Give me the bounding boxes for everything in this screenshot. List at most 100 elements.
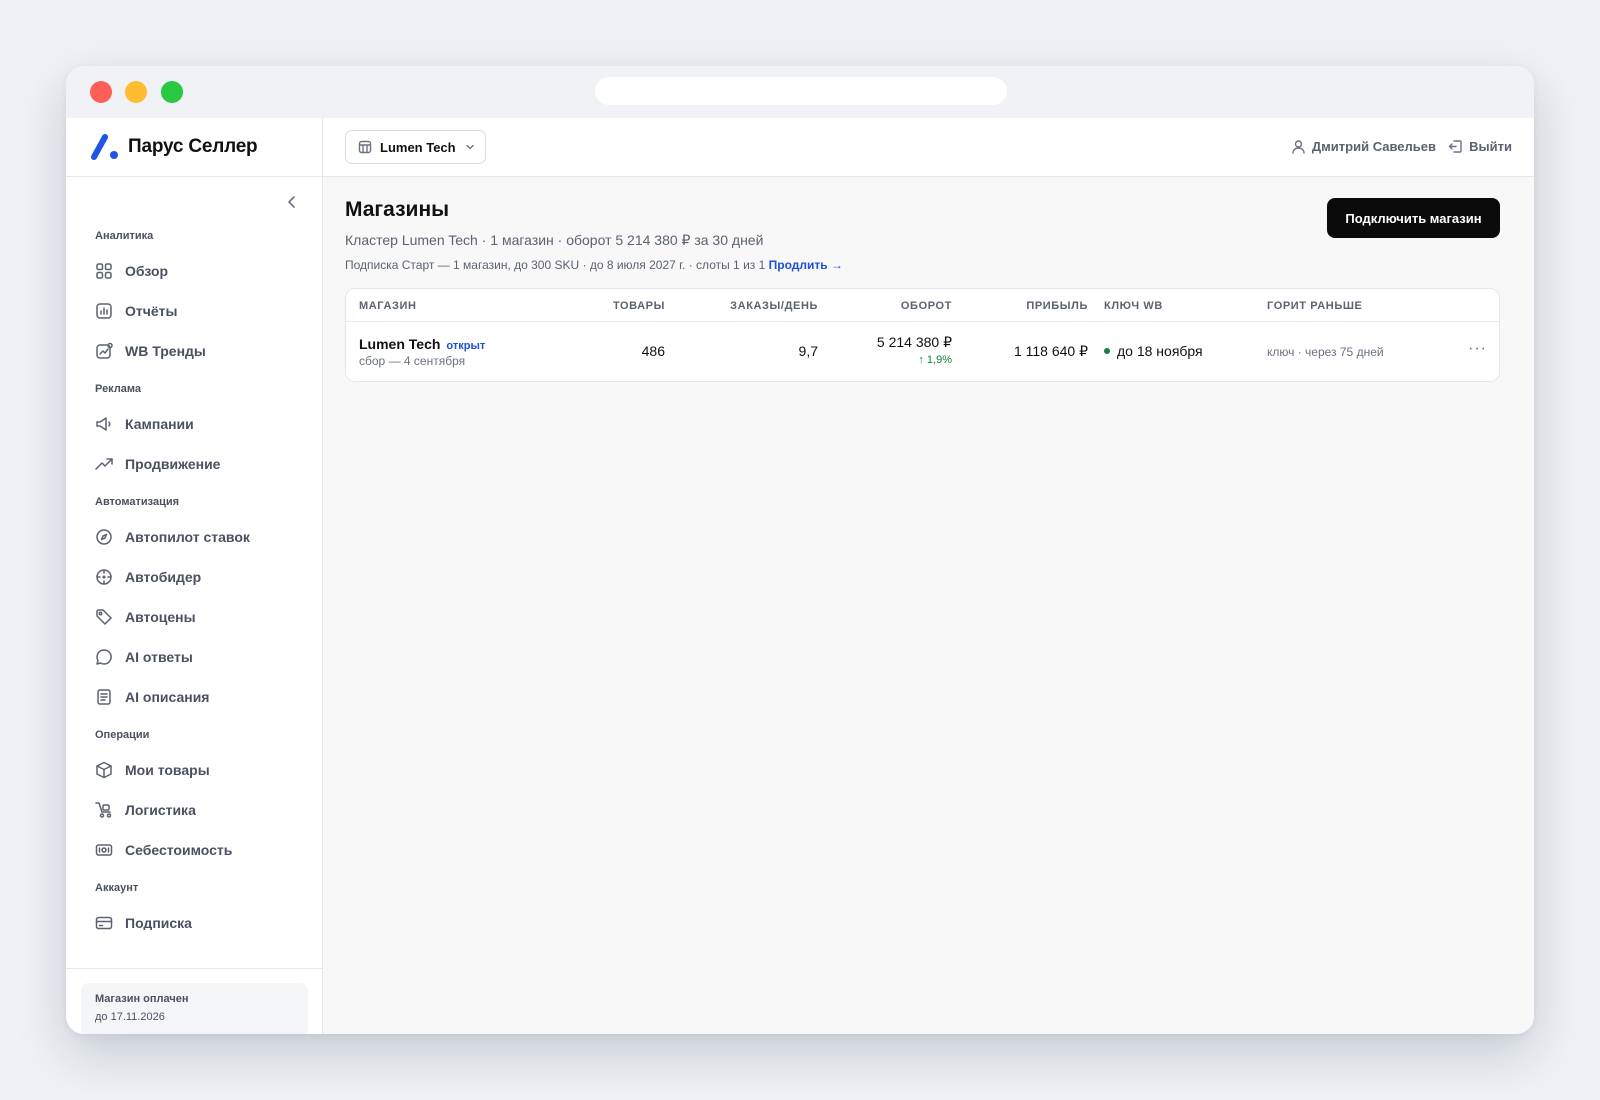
brand-name: Парус Селлер [128,136,258,157]
logout-button[interactable]: Выйти [1448,139,1512,154]
status-dot [1104,348,1110,354]
connect-store-button[interactable]: Подключить магазин [1327,198,1500,238]
logout-label: Выйти [1469,139,1512,154]
sidebar-item-overview[interactable]: Обзор [66,251,322,291]
page-title: Магазины [345,198,450,221]
status-badge: открыт [446,340,486,352]
sidebar-item-wb-trends[interactable]: WB Тренды [66,331,322,371]
user-icon [1292,140,1305,154]
sidebar-item-subscription[interactable]: Подписка [66,903,322,930]
cart-icon [95,802,112,818]
tag-icon [96,609,112,625]
store-name[interactable]: Lumen Tech открыт [359,336,485,352]
minimize-window-button[interactable] [125,81,147,103]
sidebar-item-label: AI описания [125,689,210,705]
banknote-icon [95,844,113,856]
trends-icon [96,342,113,359]
nav-group-title: Реклама [95,383,142,395]
sidebar-item-logistics[interactable]: Логистика [66,790,322,830]
nav-group-analytics: Аналитика Обзор Отчёты WB Тренды [66,230,322,371]
logo-icon [91,134,118,160]
sidebar-item-label: Обзор [125,263,169,279]
payment-status-card: Магазин оплачен до 17.11.2026 [81,983,308,1034]
crosshair-icon [96,569,112,585]
titlebar [66,66,1534,118]
turnover-growth: ↑ 1,9% [918,354,952,366]
main-content: Магазины Кластер Lumen Tech · 1 магазин … [323,177,1534,1034]
sidebar-item-label: Кампании [125,416,194,432]
subscription-text: Подписка Старт — 1 магазин, до 300 SKU ·… [345,258,766,272]
store-icon [358,140,372,154]
extend-subscription-link[interactable]: Продлить → [769,258,843,272]
sidebar-item-label: Автоцены [125,609,196,625]
box-icon [96,761,112,779]
products-count: 486 [641,343,665,359]
nav-group-automation: Автоматизация Автопилот ставок Автобидер… [66,496,322,717]
table-header: МАГАЗИН ТОВАРЫ ЗАКАЗЫ/ДЕНЬ ОБОРОТ ПРИБЫЛ… [346,289,1499,322]
store-select[interactable]: Lumen Tech [345,130,486,164]
burns-first-value: ключ · через 75 дней [1267,345,1384,359]
payment-status-date: до 17.11.2026 [95,1011,165,1023]
user-menu[interactable]: Дмитрий Савельев [1291,139,1436,154]
nav-group-title: Операции [95,729,150,741]
chevron-down-icon [465,144,474,150]
chevron-left-icon[interactable] [282,192,302,212]
sidebar-item-reports[interactable]: Отчёты [66,291,322,331]
nav-group-operations: Операции Мои товары Логистика Себестоимо… [66,729,322,870]
subscription-info: Подписка Старт — 1 магазин, до 300 SKU ·… [345,258,843,272]
profit-value: 1 118 640 ₽ [1013,343,1088,359]
sidebar-item-bid-autopilot[interactable]: Автопилот ставок [66,517,322,557]
payment-status-title: Магазин оплачен [95,993,189,1005]
user-name: Дмитрий Савельев [1311,139,1436,154]
column-header-orders: ЗАКАЗЫ/ДЕНЬ [730,300,818,312]
sidebar-item-campaigns[interactable]: Кампании [66,404,322,444]
sidebar-item-cost-price[interactable]: Себестоимость [66,830,322,870]
nav-group-title: Автоматизация [95,496,180,508]
logout-icon [1448,140,1462,153]
sidebar-item-ai-answers[interactable]: AI ответы [66,637,322,677]
wb-key-expiry: до 18 ноября [1117,343,1203,359]
wb-key-status: до 18 ноября [1104,343,1203,359]
credit-card-icon [95,916,113,930]
sidebar-item-label: Себестоимость [125,842,233,858]
column-header-burns-first: ГОРИТ РАНЬШЕ [1267,300,1363,312]
close-window-button[interactable] [90,81,112,103]
sidebar-item-label: WB Тренды [125,343,206,359]
sidebar-item-autoprices[interactable]: Автоцены [66,597,322,637]
chat-bubble-icon [96,649,112,665]
sidebar-item-my-products[interactable]: Мои товары [66,750,322,790]
sidebar: Парус Селлер Аналитика Обзор Отчёты WB Т… [66,118,323,1034]
sidebar-item-label: Автопилот ставок [125,529,250,545]
column-header-turnover: ОБОРОТ [900,300,952,312]
sidebar-item-label: Логистика [125,802,196,818]
browser-window: Парус Селлер Аналитика Обзор Отчёты WB Т… [66,66,1534,1034]
sidebar-item-label: Продвижение [125,456,221,472]
table-row[interactable]: Lumen Tech открыт сбор — 4 сентября 486 9… [346,322,1499,381]
column-header-store: МАГАЗИН [359,300,417,312]
more-actions-icon[interactable]: ··· [1468,340,1487,358]
compass-icon [96,529,112,545]
nav-group-ads: Реклама Кампании Продвижение [66,383,322,484]
nav-group-title: Аккаунт [95,882,139,894]
page-subtitle: Кластер Lumen Tech · 1 магазин · оборот … [345,232,764,248]
maximize-window-button[interactable] [161,81,183,103]
sidebar-nav: Аналитика Обзор Отчёты WB Тренды Реклама [66,230,322,930]
column-header-wb-key: КЛЮЧ WB [1104,300,1163,312]
store-collection-date: сбор — 4 сентября [359,354,466,368]
address-bar[interactable] [595,77,1007,105]
divider [66,968,322,969]
store-name-text: Lumen Tech [359,336,441,352]
sidebar-item-label: AI ответы [125,649,193,665]
column-header-profit: ПРИБЫЛЬ [1026,300,1088,312]
store-select-value: Lumen Tech [380,139,456,155]
brand[interactable]: Парус Селлер [66,118,322,177]
sidebar-item-autobidder[interactable]: Автобидер [66,557,322,597]
sidebar-item-label: Отчёты [125,303,178,319]
report-icon [96,303,112,319]
document-icon [97,689,111,705]
sidebar-item-promotion[interactable]: Продвижение [66,444,322,484]
grid-icon [96,263,112,279]
orders-per-day: 9,7 [798,343,818,359]
nav-group-title: Аналитика [95,230,154,242]
sidebar-item-ai-descriptions[interactable]: AI описания [66,677,322,717]
